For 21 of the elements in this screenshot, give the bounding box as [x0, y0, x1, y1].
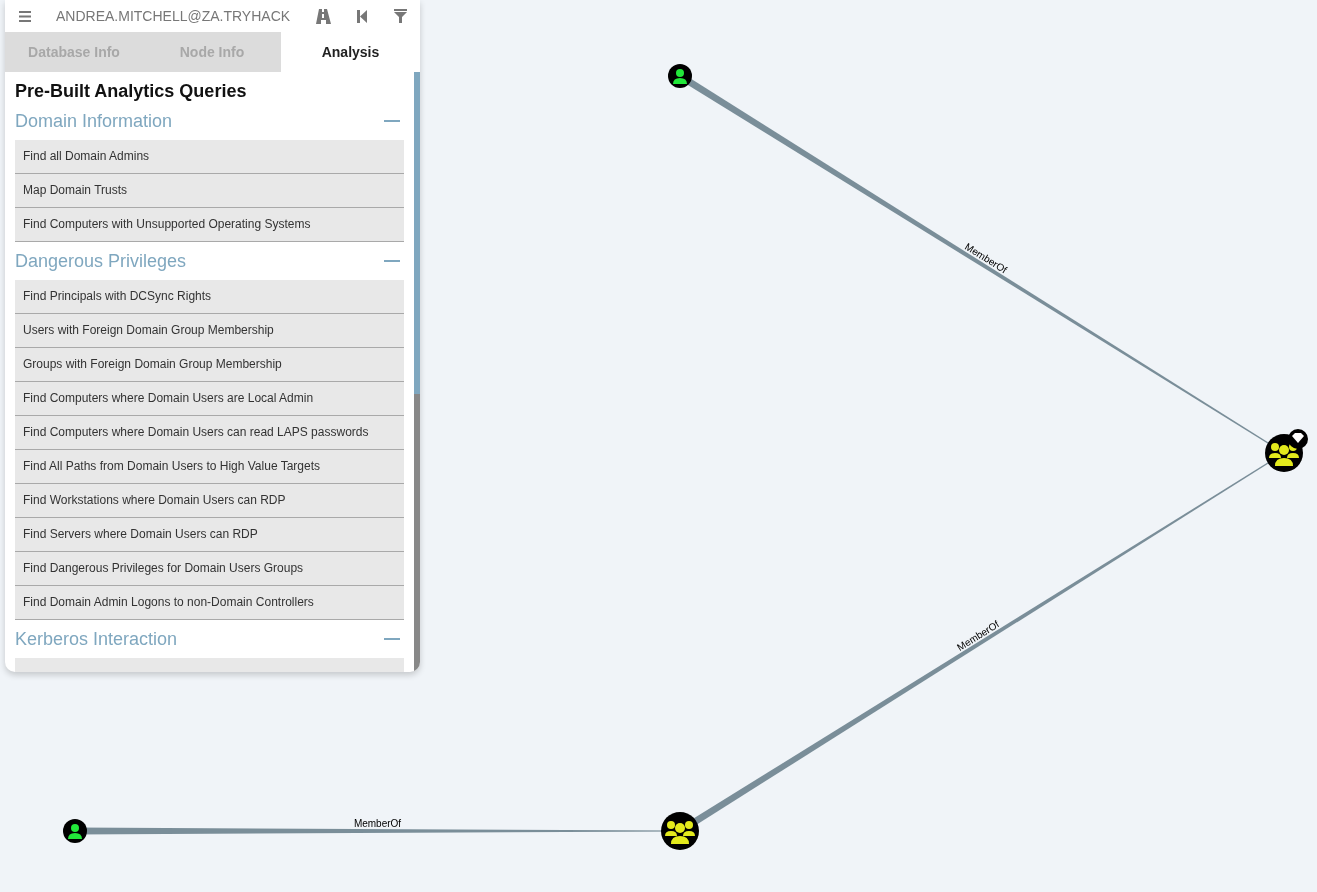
group-node-icon[interactable]	[1265, 429, 1308, 472]
user-node-icon[interactable]	[668, 64, 692, 88]
query-item[interactable]: Find Workstations where Domain Users can RDP	[15, 484, 404, 518]
query-item[interactable]: Find Dangerous Privileges for Domain Users Groups	[15, 552, 404, 586]
query-item[interactable]: Find Computers with Unsupported Operating Systems	[15, 208, 404, 242]
query-item[interactable]: Map Domain Trusts	[15, 174, 404, 208]
query-item[interactable]: Find Principals with DCSync Rights	[15, 280, 404, 314]
query-item[interactable]: Find all Domain Admins	[15, 140, 404, 174]
user-node-icon[interactable]	[63, 819, 87, 843]
query-item[interactable]: Find All Paths from Domain Users to High Value Targets	[15, 450, 404, 484]
query-item[interactable]: Find Domain Admin Logons to non-Domain Controllers	[15, 586, 404, 620]
user-name: ANDREA.MITCHELL@ZA.TRYHACK	[56, 8, 292, 24]
scrollbar[interactable]	[414, 72, 420, 672]
query-item[interactable]: Find Computers where Domain Users can read LAPS passwords	[15, 416, 404, 450]
group-node-icon[interactable]	[661, 812, 699, 850]
query-item[interactable]: Find Computers where Domain Users are Local Admin	[15, 382, 404, 416]
edge-label: MemberOf	[353, 818, 402, 829]
query-item[interactable]: Groups with Foreign Domain Group Membership	[15, 348, 404, 382]
panel-title: Pre-Built Analytics Queries	[15, 80, 248, 102]
query-item[interactable]: Find Servers where Domain Users can RDP	[15, 518, 404, 552]
query-item[interactable]: Users with Foreign Domain Group Membership	[15, 314, 404, 348]
